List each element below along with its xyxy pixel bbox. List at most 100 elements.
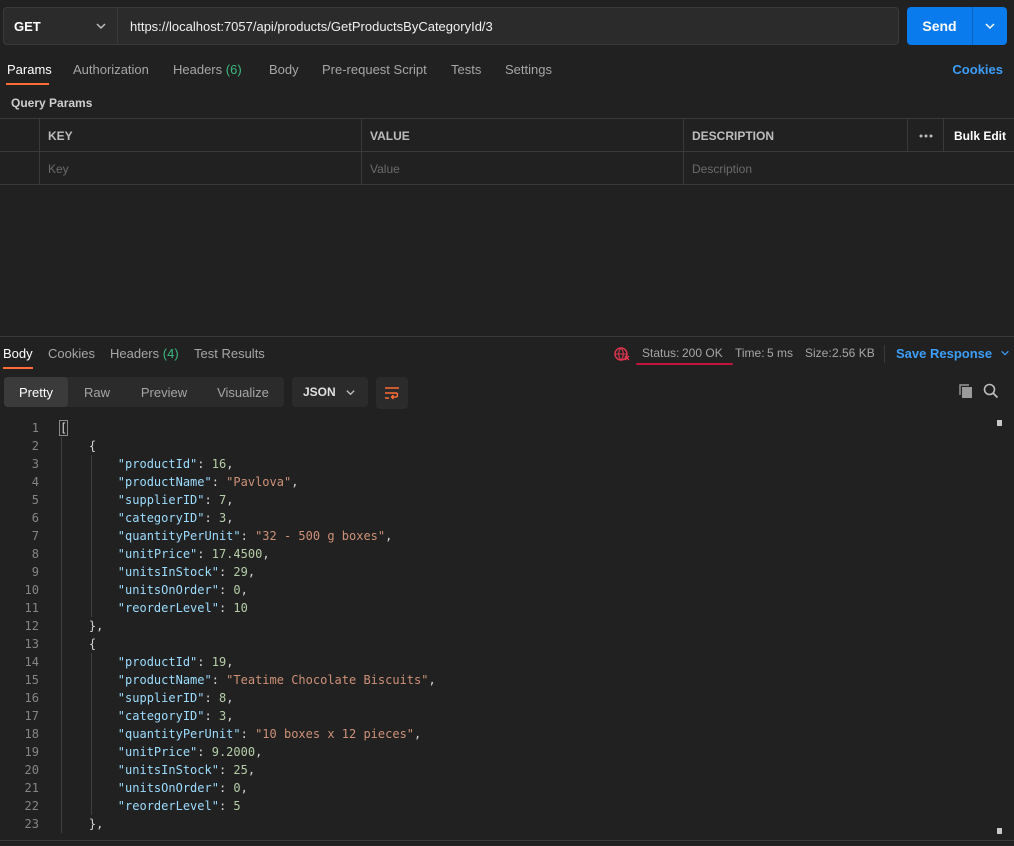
send-button-group: Send bbox=[907, 7, 1007, 45]
code-text: "supplierID": 7, bbox=[117, 493, 234, 507]
size-value[interactable]: 2.56 KB bbox=[832, 346, 875, 360]
size-label: Size: bbox=[805, 346, 832, 360]
method-label: GET bbox=[14, 18, 41, 34]
query-params-label: Query Params bbox=[11, 96, 93, 110]
value-input[interactable]: Value bbox=[361, 152, 684, 185]
code-text: "unitsInStock": 29, bbox=[117, 565, 256, 579]
params-empty-row: Key Value Description bbox=[0, 152, 1014, 185]
line-number: 19 bbox=[24, 745, 39, 759]
line-number: 14 bbox=[24, 655, 39, 669]
response-tab-cookies[interactable]: Cookies bbox=[48, 346, 95, 361]
key-input[interactable]: Key bbox=[39, 152, 362, 185]
globe-error-icon[interactable] bbox=[614, 346, 630, 362]
status-value[interactable]: 200 OK bbox=[682, 346, 723, 360]
line-number: 4 bbox=[31, 475, 39, 489]
code-text: "reorderLevel": 10 bbox=[117, 601, 248, 615]
tab-authorization[interactable]: Authorization bbox=[73, 62, 149, 77]
code-line: 4 "productName": "Pavlova", bbox=[0, 473, 990, 491]
params-table: KEY VALUE DESCRIPTION Bulk Edit Key Valu… bbox=[0, 118, 1014, 185]
request-tabs: Params Authorization Headers (6) Body Pr… bbox=[0, 56, 1014, 86]
line-number: 16 bbox=[24, 691, 39, 705]
more-options-button[interactable] bbox=[907, 119, 944, 152]
copy-icon[interactable] bbox=[958, 383, 974, 399]
code-line: 1[ bbox=[0, 419, 990, 437]
code-text: "productId": 19, bbox=[117, 655, 234, 669]
response-bar: Body Cookies Headers (4) Test Results St… bbox=[0, 336, 1014, 370]
view-tab-visualize[interactable]: Visualize bbox=[204, 377, 282, 407]
status-underline bbox=[636, 363, 733, 365]
code-text: }, bbox=[60, 817, 104, 831]
code-text: "productId": 16, bbox=[117, 457, 234, 471]
code-text: "reorderLevel": 5 bbox=[117, 799, 241, 813]
description-input[interactable]: Description bbox=[683, 152, 1014, 185]
url-text: https://localhost:7057/api/products/GetP… bbox=[130, 18, 493, 34]
scroll-down-arrow[interactable] bbox=[997, 828, 1002, 834]
tab-settings[interactable]: Settings bbox=[505, 62, 552, 77]
code-text: { bbox=[60, 637, 97, 651]
line-number: 5 bbox=[31, 493, 39, 507]
response-body-editor[interactable]: 1[2 {3 "productId": 16, 4 "productName": … bbox=[0, 419, 1004, 840]
response-tab-test-results[interactable]: Test Results bbox=[194, 346, 265, 361]
code-text: [ bbox=[58, 420, 69, 436]
indent-guide bbox=[91, 653, 92, 815]
tab-tests[interactable]: Tests bbox=[451, 62, 481, 77]
code-text: "unitsInStock": 25, bbox=[117, 763, 256, 777]
active-tab-indicator bbox=[6, 83, 49, 85]
code-line: 14 "productId": 19, bbox=[0, 653, 990, 671]
line-number: 17 bbox=[24, 709, 39, 723]
format-select[interactable]: JSON bbox=[292, 377, 368, 407]
active-response-tab-indicator bbox=[3, 367, 33, 369]
response-tab-headers[interactable]: Headers (4) bbox=[110, 346, 179, 361]
tab-headers[interactable]: Headers (6) bbox=[173, 62, 242, 77]
cookies-link[interactable]: Cookies bbox=[952, 62, 1003, 77]
send-options-button[interactable] bbox=[973, 7, 1007, 45]
code-text: "productName": "Pavlova", bbox=[117, 475, 299, 489]
line-number: 8 bbox=[31, 547, 39, 561]
tab-headers-count: (6) bbox=[225, 62, 242, 77]
view-tab-raw[interactable]: Raw bbox=[70, 377, 124, 407]
line-number: 21 bbox=[24, 781, 39, 795]
code-line: 22 "reorderLevel": 5 bbox=[0, 797, 990, 815]
line-number: 3 bbox=[31, 457, 39, 471]
method-select[interactable]: GET bbox=[3, 7, 118, 45]
code-line: 17 "categoryID": 3, bbox=[0, 707, 990, 725]
time-value[interactable]: 5 ms bbox=[767, 346, 793, 360]
line-number: 23 bbox=[24, 817, 39, 831]
code-line: 23 }, bbox=[0, 815, 990, 833]
response-tab-body[interactable]: Body bbox=[3, 346, 33, 361]
search-icon[interactable] bbox=[983, 383, 999, 399]
line-number: 13 bbox=[24, 637, 39, 651]
key-header: KEY bbox=[39, 119, 362, 152]
tab-params[interactable]: Params bbox=[7, 62, 52, 77]
save-response-label: Save Response bbox=[896, 346, 993, 361]
indent-guide bbox=[91, 455, 92, 617]
vertical-scrollbar[interactable] bbox=[994, 419, 1002, 839]
save-response-button[interactable]: Save Response bbox=[896, 346, 1010, 361]
request-bar: GET https://localhost:7057/api/products/… bbox=[0, 0, 1014, 52]
code-line: 20 "unitsInStock": 25, bbox=[0, 761, 990, 779]
code-line: 3 "productId": 16, bbox=[0, 455, 990, 473]
code-text: "quantityPerUnit": "32 - 500 g boxes", bbox=[117, 529, 393, 543]
url-input[interactable]: https://localhost:7057/api/products/GetP… bbox=[118, 7, 899, 45]
view-tab-pretty[interactable]: Pretty bbox=[4, 377, 68, 407]
line-number: 15 bbox=[24, 673, 39, 687]
bulk-edit-button[interactable]: Bulk Edit bbox=[943, 119, 1014, 152]
scroll-up-arrow[interactable] bbox=[997, 420, 1002, 426]
response-view-tabs: Pretty Raw Preview Visualize bbox=[4, 377, 284, 407]
code-line: 2 { bbox=[0, 437, 990, 455]
view-tab-preview[interactable]: Preview bbox=[128, 377, 200, 407]
chevron-down-icon bbox=[346, 390, 355, 396]
ellipsis-icon bbox=[919, 134, 933, 137]
time-label: Time: bbox=[735, 346, 765, 360]
line-number: 2 bbox=[31, 439, 39, 453]
code-line: 10 "unitsOnOrder": 0, bbox=[0, 581, 990, 599]
line-number: 22 bbox=[24, 799, 39, 813]
response-headers-label: Headers bbox=[110, 346, 160, 361]
format-label: JSON bbox=[303, 385, 336, 399]
tab-pre-request-script[interactable]: Pre-request Script bbox=[322, 62, 427, 77]
tab-body[interactable]: Body bbox=[269, 62, 299, 77]
send-button[interactable]: Send bbox=[907, 7, 973, 45]
code-line: 12 }, bbox=[0, 617, 990, 635]
wrap-icon bbox=[385, 387, 399, 400]
wrap-lines-button[interactable] bbox=[376, 377, 408, 409]
